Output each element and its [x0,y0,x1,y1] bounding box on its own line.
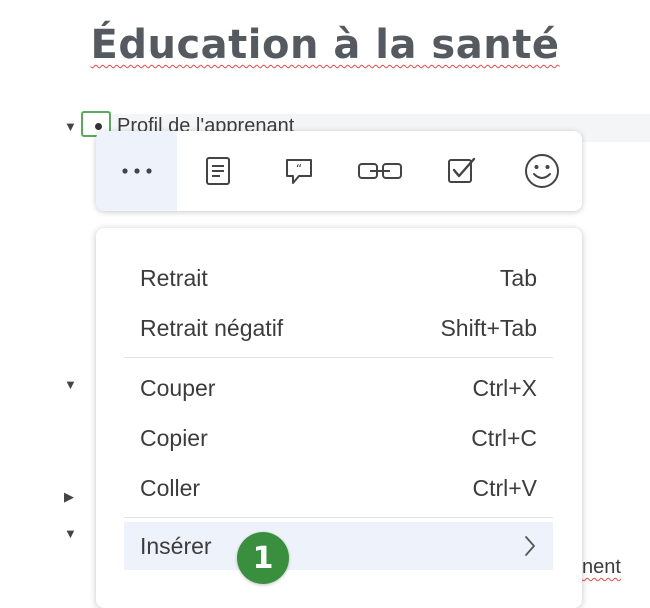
menu-separator [124,517,553,518]
menu-item-shortcut: Ctrl+X [472,374,537,401]
menu-item-outdent[interactable]: Retrait négatif Shift+Tab [124,304,553,352]
more-horizontal-icon [121,168,152,174]
task-button[interactable] [420,131,501,211]
menu-item-shortcut: Tab [499,264,537,291]
collapse-triangle-icon[interactable]: ▼ [64,527,77,541]
menu-item-label: Coller [140,474,201,501]
menu-item-label: Copier [140,424,208,451]
menu-item-label: Retrait négatif [140,314,284,341]
chevron-right-icon [525,536,535,556]
link-icon [357,163,402,179]
menu-item-label: Retrait [140,264,208,291]
menu-separator [124,357,553,358]
menu-item-label: Couper [140,374,216,401]
node-toolbar: “ [96,131,582,211]
menu-item-label: Insérer [140,532,212,559]
menu-item-indent[interactable]: Retrait Tab [124,254,553,302]
menu-item-shortcut: Ctrl+V [472,474,537,501]
checkbox-icon [447,157,475,183]
collapse-triangle-icon[interactable]: ▼ [64,378,77,392]
quote-comment-icon: “ [285,159,312,184]
menu-item-cut[interactable]: Couper Ctrl+X [124,364,553,412]
emoji-button[interactable] [501,131,582,211]
note-icon [205,157,230,185]
outline-node-text-partial[interactable]: nent [582,556,621,579]
svg-text:“: “ [295,162,301,176]
comment-button[interactable]: “ [258,131,339,211]
context-menu: Retrait Tab Retrait négatif Shift+Tab Co… [96,228,582,608]
menu-item-insert[interactable]: Insérer [124,522,553,570]
collapse-triangle-icon[interactable]: ▼ [64,120,77,134]
menu-item-copy[interactable]: Copier Ctrl+C [124,414,553,462]
bullet-dot-icon [95,123,102,130]
document-title: Éducation à la santé [90,22,560,68]
more-button[interactable] [96,131,177,211]
link-button[interactable] [339,131,420,211]
note-button[interactable] [177,131,258,211]
menu-item-paste[interactable]: Coller Ctrl+V [124,464,553,512]
menu-item-shortcut: Ctrl+C [471,424,537,451]
smiley-icon [524,154,559,188]
menu-item-shortcut: Shift+Tab [440,314,537,341]
expand-triangle-icon[interactable]: ▶ [64,490,74,504]
step-badge: 1 [237,532,289,584]
